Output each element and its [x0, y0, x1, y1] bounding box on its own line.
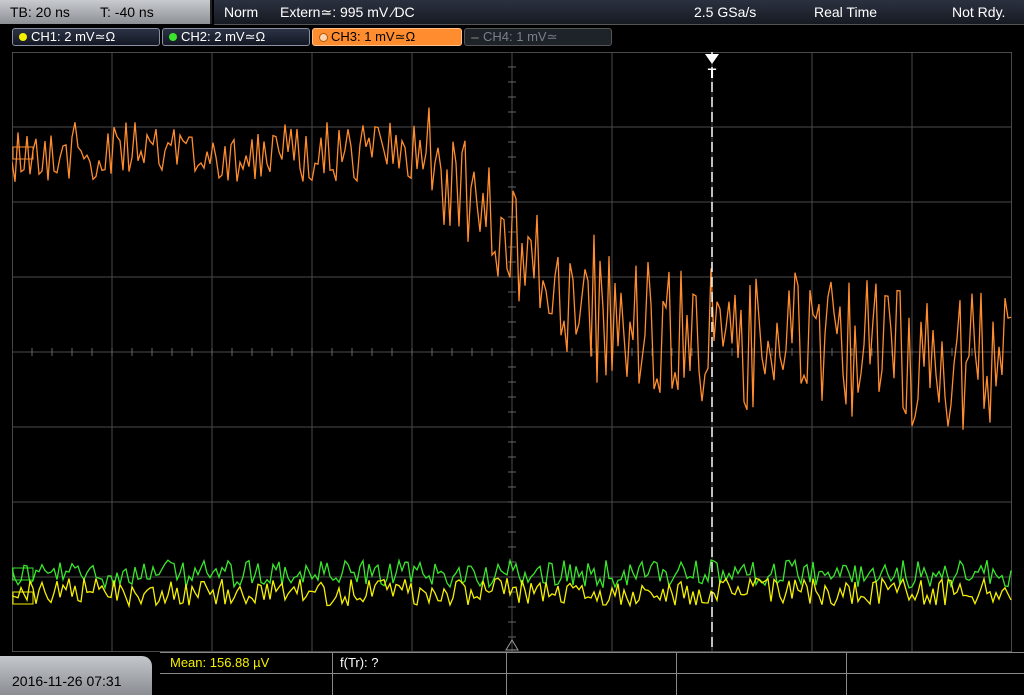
acquisition-strip[interactable]: Norm Extern≃: 995 mV ∕DC 2.5 GSa/s Real … — [214, 0, 1024, 25]
waveform-display[interactable]: T — [12, 52, 1012, 652]
measurement-table[interactable]: Mean: 156.88 µV f(Tr): ? — [160, 652, 1024, 695]
ch4-indicator-icon — [471, 37, 479, 39]
graticule — [12, 52, 1012, 652]
sample-rate: 2.5 GSa/s — [694, 4, 757, 20]
trigger-position: T: -40 ns — [100, 4, 154, 20]
datetime-text: 2016-11-26 07:31 — [12, 673, 122, 689]
ch1-indicator-icon — [19, 33, 27, 41]
channel-tab-ch2[interactable]: CH2: 2 mV≃Ω — [162, 28, 310, 46]
frequency-measurement[interactable]: f(Tr): ? — [340, 655, 379, 670]
channel-tab-ch4[interactable]: CH4: 1 mV≃ — [464, 28, 612, 46]
trigger-mode: Norm — [224, 4, 259, 20]
trigger-arrow-icon[interactable] — [705, 54, 719, 64]
trigger-marker: T — [708, 65, 717, 81]
ch1-label: CH1: 2 mV≃Ω — [31, 29, 116, 44]
timebase-value: TB: 20 ns — [10, 4, 70, 20]
mean-measurement[interactable]: Mean: 156.88 µV — [170, 655, 269, 670]
ch2-label: CH2: 2 mV≃Ω — [181, 29, 266, 44]
ch3-indicator-icon — [319, 33, 328, 42]
ch4-label: CH4: 1 mV≃ — [483, 29, 558, 44]
timebase-box[interactable]: TB: 20 ns T: -40 ns — [0, 0, 212, 24]
channel-tab-ch3[interactable]: CH3: 1 mV≃Ω — [312, 28, 462, 46]
status-bar: TB: 20 ns T: -40 ns Norm Extern≃: 995 mV… — [0, 0, 1024, 26]
run-status: Not Rdy. — [952, 4, 1006, 20]
ch3-label: CH3: 1 mV≃Ω — [331, 29, 416, 44]
ch2-indicator-icon — [169, 33, 177, 41]
trigger-source: Extern≃: 995 mV ∕DC — [280, 4, 415, 20]
datetime-box: 2016-11-26 07:31 — [0, 656, 152, 695]
acquisition-mode: Real Time — [814, 4, 878, 20]
ch1-offset-marker-icon[interactable] — [12, 591, 34, 605]
channel-tab-ch1[interactable]: CH1: 2 mV≃Ω — [12, 28, 160, 46]
